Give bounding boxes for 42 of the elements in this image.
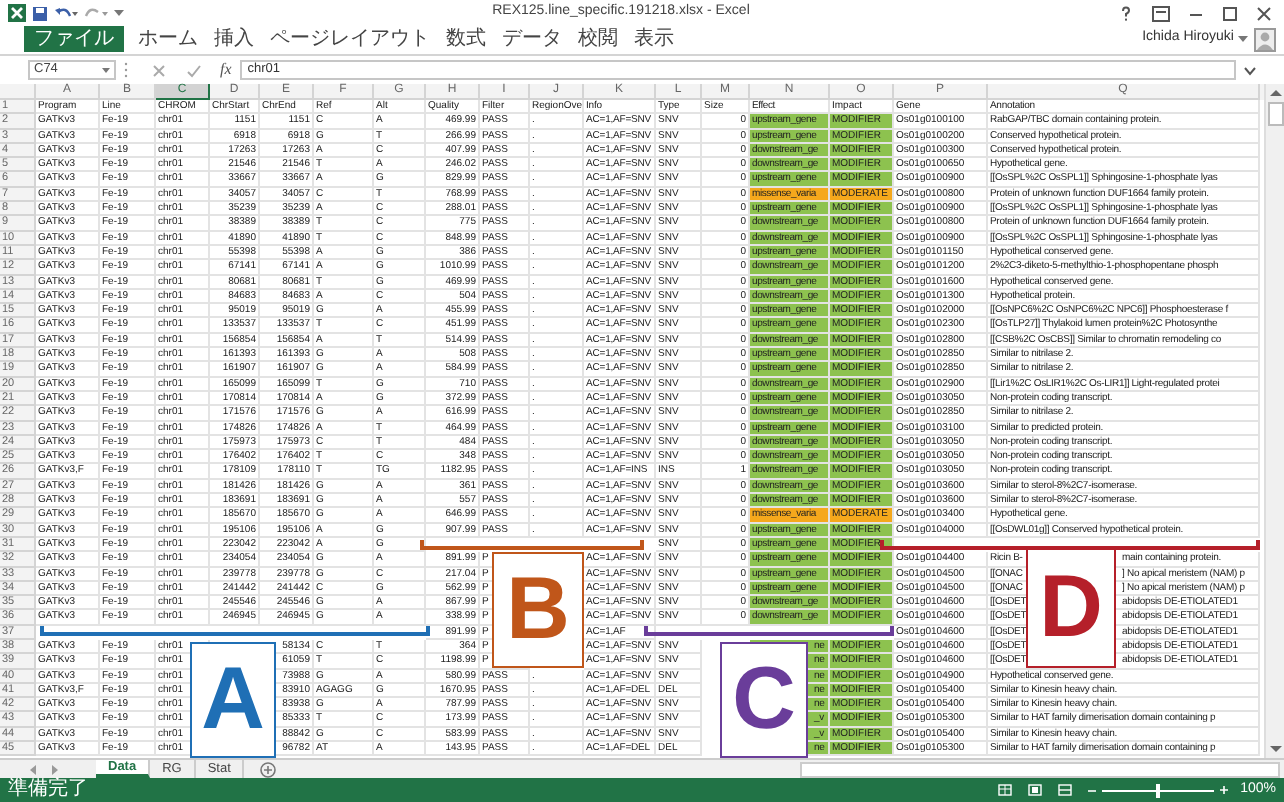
horizontal-scrollbar[interactable] <box>800 761 1280 777</box>
normal-view-icon[interactable] <box>998 784 1013 796</box>
scroll-thumb[interactable] <box>1267 102 1283 126</box>
ribbon-tab[interactable]: データ <box>500 26 564 52</box>
callout-label: D <box>1026 548 1116 668</box>
zoom-slider-thumb[interactable] <box>1156 783 1161 797</box>
zoom-in-icon[interactable] <box>1220 786 1229 794</box>
scroll-down-icon[interactable] <box>1269 744 1281 754</box>
save-icon[interactable] <box>32 5 48 21</box>
callout-label: B <box>492 552 584 668</box>
prev-sheet-icon[interactable] <box>28 763 38 775</box>
drag-handle-icon[interactable] <box>124 62 128 78</box>
help-icon[interactable] <box>1118 5 1134 21</box>
scroll-up-icon[interactable] <box>1269 88 1281 98</box>
spreadsheet-app-icon <box>8 4 26 22</box>
ribbon-tab[interactable]: 挿入 <box>212 26 256 52</box>
vertical-scrollbar[interactable] <box>1264 84 1284 758</box>
page-layout-icon[interactable] <box>1028 784 1043 796</box>
close-icon[interactable] <box>1256 5 1272 21</box>
file-tab[interactable]: ファイル <box>24 26 124 52</box>
check-icon[interactable] <box>186 63 202 77</box>
zoom-slider[interactable] <box>1102 783 1215 797</box>
dropdown-caret-icon[interactable] <box>1238 34 1248 44</box>
expand-caret-icon[interactable] <box>1244 65 1256 75</box>
ribbon-tab[interactable]: 校閲 <box>576 26 620 52</box>
callout-label: C <box>720 642 808 758</box>
ribbon-tab[interactable]: 表示 <box>632 26 676 52</box>
ribbon-tab[interactable]: ページレイアウト <box>268 26 432 52</box>
callout-label: A <box>190 642 276 758</box>
ribbon-tab[interactable]: ホーム <box>136 26 200 52</box>
customize-toolbar-icon[interactable] <box>114 8 124 18</box>
maximize-icon[interactable] <box>1222 5 1238 21</box>
page-break-icon[interactable] <box>1058 784 1073 796</box>
status-text: 準備完了 <box>8 780 88 800</box>
ribbon-tab[interactable]: 数式 <box>444 26 488 52</box>
undo-icon[interactable] <box>54 5 78 21</box>
zoom-out-icon[interactable] <box>1088 787 1097 793</box>
next-sheet-icon[interactable] <box>50 763 60 775</box>
insert-function-button[interactable]: fx <box>220 58 232 82</box>
add-sheet-icon[interactable] <box>260 761 277 777</box>
ribbon-display-icon[interactable] <box>1152 5 1170 21</box>
dropdown-caret-icon[interactable] <box>102 66 110 74</box>
